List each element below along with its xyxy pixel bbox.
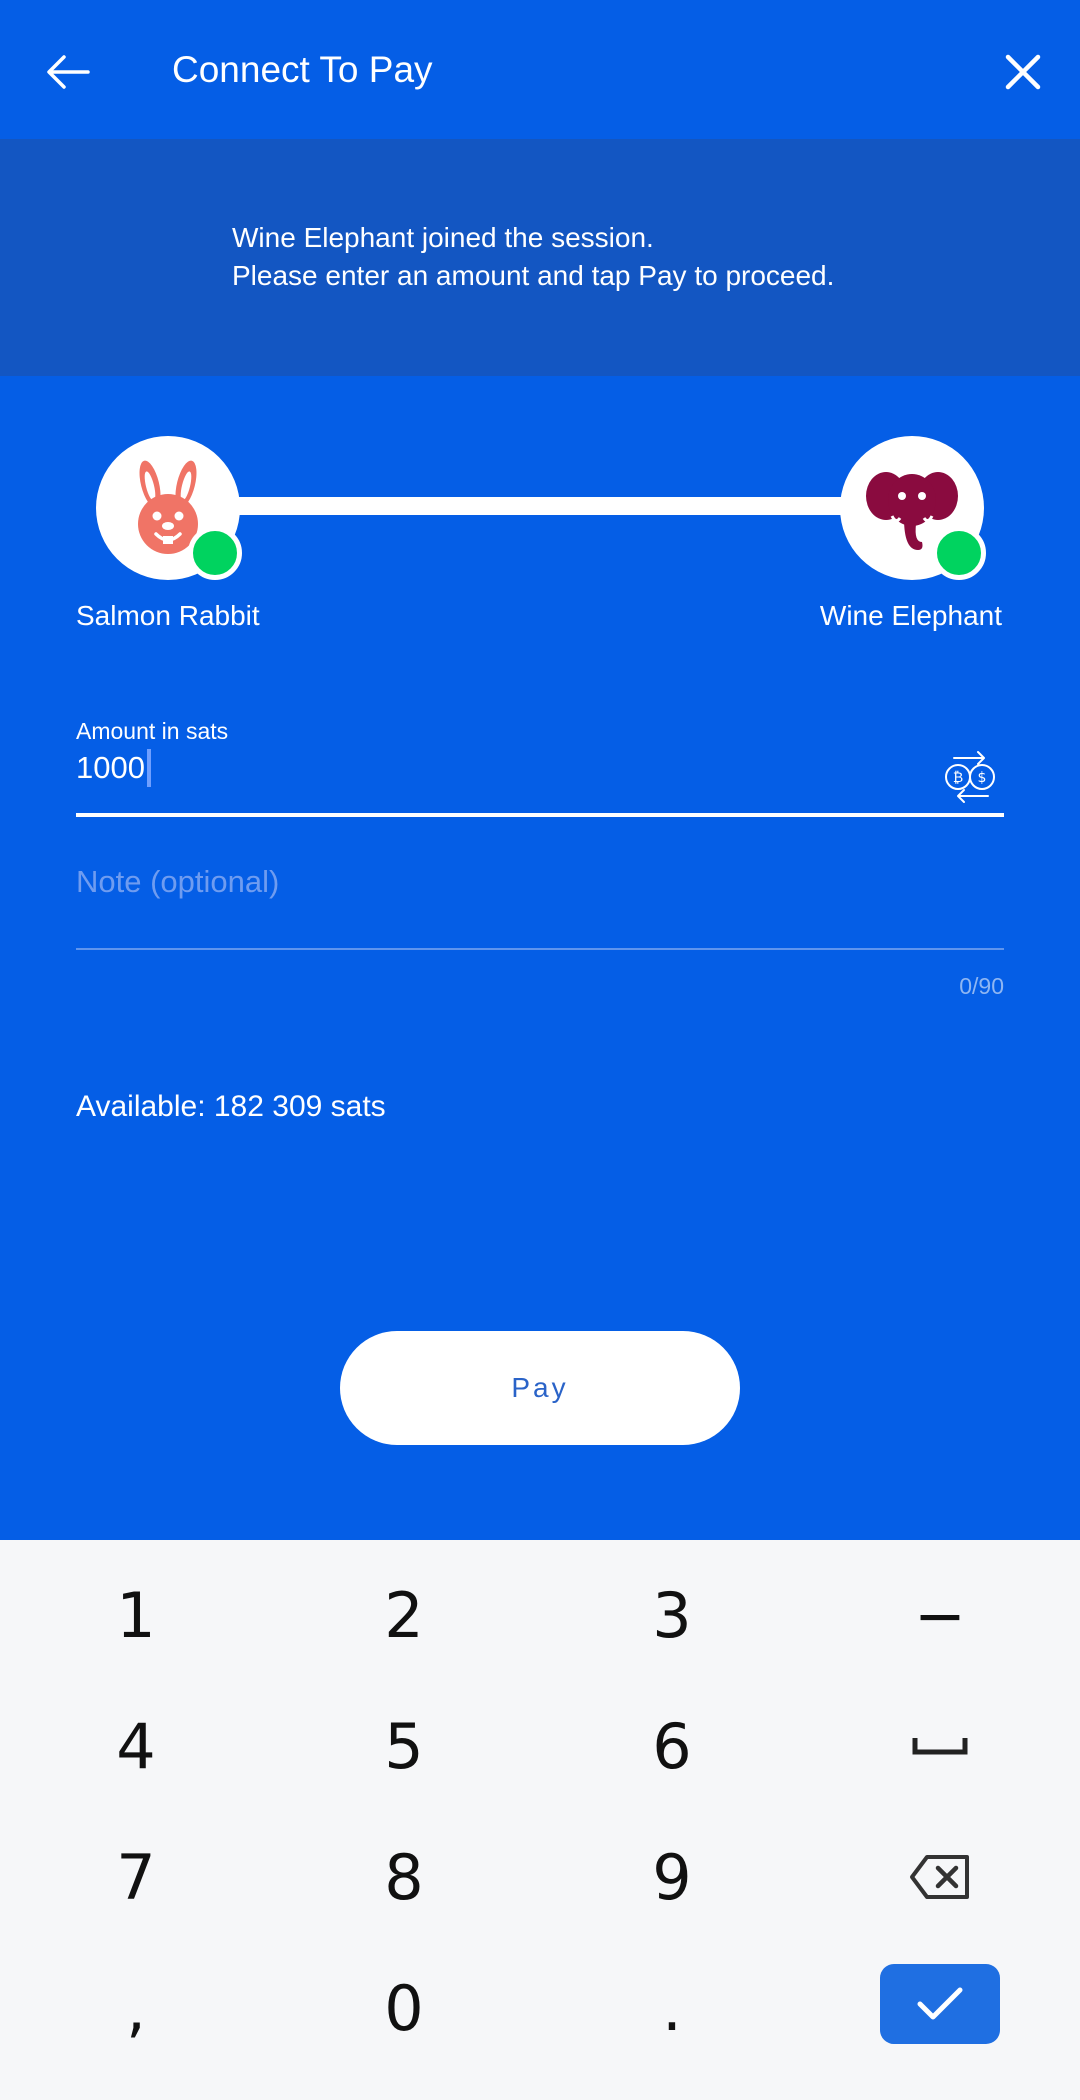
amount-value-text: 1000 <box>76 750 145 785</box>
key-minus[interactable]: − <box>840 1560 1040 1670</box>
available-balance: Available: 182 309 sats <box>76 1090 386 1123</box>
note-input[interactable]: Note (optional) <box>76 862 1004 902</box>
currency-swap-button[interactable]: ₿ $ <box>940 748 1002 806</box>
key-space[interactable] <box>840 1691 1040 1801</box>
peer-name-left: Salmon Rabbit <box>76 600 260 631</box>
session-banner: Wine Elephant joined the session. Please… <box>0 139 1080 376</box>
key-1[interactable]: 1 <box>36 1560 236 1670</box>
key-comma[interactable]: , <box>36 1953 236 2063</box>
key-3[interactable]: 3 <box>572 1560 772 1670</box>
avatar-salmon-rabbit <box>96 436 242 580</box>
banner-line-1: Wine Elephant joined the session. <box>232 222 654 253</box>
connection-line <box>225 497 857 515</box>
close-icon <box>1005 54 1041 90</box>
top-app-bar: Connect To Pay <box>0 0 1080 139</box>
page-title: Connect To Pay <box>172 49 433 90</box>
key-9[interactable]: 9 <box>572 1822 772 1932</box>
back-button[interactable] <box>36 36 100 108</box>
numeric-keyboard: 1 2 3 − 4 5 6 7 8 9 , 0 . <box>0 1540 1080 2100</box>
key-7[interactable]: 7 <box>36 1822 236 1932</box>
online-status-dot <box>188 526 242 580</box>
avatar-wine-elephant <box>840 436 986 580</box>
amount-input[interactable]: 1000 <box>76 748 151 788</box>
key-5[interactable]: 5 <box>304 1691 504 1801</box>
svg-text:₿: ₿ <box>953 770 963 786</box>
pay-button[interactable]: Pay <box>340 1331 740 1445</box>
svg-text:$: $ <box>978 770 987 786</box>
close-button[interactable] <box>988 36 1058 108</box>
amount-label: Amount in sats <box>76 718 229 744</box>
amount-underline <box>76 813 1004 817</box>
session-peers: Salmon Rabbit Wine Elephant <box>0 376 1080 656</box>
key-4[interactable]: 4 <box>36 1691 236 1801</box>
key-8[interactable]: 8 <box>304 1822 504 1932</box>
key-enter[interactable] <box>880 1964 1000 2044</box>
note-underline <box>76 948 1004 950</box>
key-2[interactable]: 2 <box>304 1560 504 1670</box>
peer-name-right: Wine Elephant <box>819 600 1002 631</box>
online-status-dot <box>932 526 986 580</box>
currency-swap-icon: ₿ $ <box>945 751 995 803</box>
key-0[interactable]: 0 <box>304 1953 504 2063</box>
key-6[interactable]: 6 <box>572 1691 772 1801</box>
key-period[interactable]: . <box>572 1953 772 2063</box>
banner-message: Wine Elephant joined the session. Please… <box>232 219 834 295</box>
note-char-counter: 0/90 <box>959 973 1004 999</box>
key-backspace[interactable] <box>840 1822 1040 1932</box>
banner-line-2: Please enter an amount and tap Pay to pr… <box>232 260 835 291</box>
backspace-icon <box>910 1855 969 1899</box>
space-icon <box>912 1738 968 1755</box>
arrow-left-icon <box>47 55 90 89</box>
text-cursor <box>146 749 151 787</box>
checkmark-icon <box>917 1987 963 2020</box>
